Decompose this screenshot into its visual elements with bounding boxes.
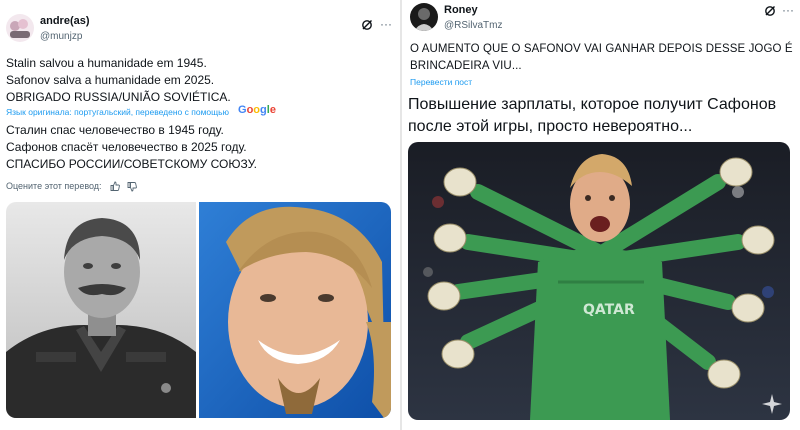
post-media[interactable] (6, 202, 391, 418)
translated-line: Сталин спас человечество в 1945 году. (6, 123, 224, 137)
stalin-photo (6, 202, 196, 418)
russian-line: Повышение зарплаты, которое получит Сафо… (408, 96, 777, 113)
author-name[interactable]: Roney (444, 4, 478, 16)
translated-line: Сафонов спасёт человечество в 2025 году. (6, 140, 247, 154)
left-post-card[interactable]: andre(as) @munjzp ··· Stalin salvou a hu… (0, 0, 400, 430)
post-text-line: Safonov salva a humanidade em 2025. (6, 73, 215, 87)
grok-icon[interactable] (361, 19, 373, 31)
post-text-line: OBRIGADO RUSSIA/UNIÃO SOVIÉTICA. (6, 90, 231, 104)
author-handle[interactable]: @munjzp (40, 31, 82, 42)
google-logo: Google (238, 104, 276, 116)
post-media[interactable]: QATAR (408, 142, 790, 420)
rate-translation-label: Оцените этот перевод: (6, 181, 102, 191)
russian-line: после этой игры, просто невероятно... (408, 118, 693, 135)
avatar[interactable] (6, 14, 34, 42)
more-icon[interactable]: ··· (782, 4, 794, 16)
right-post-card[interactable]: Roney @RSilvaTmz ··· O AUMENTO QUE O SAF… (402, 0, 800, 430)
thumbs-up-icon[interactable] (110, 181, 120, 191)
translated-line: СПАСИБО РОССИИ/СОВЕТСКОМУ СОЮЗУ. (6, 157, 257, 171)
post-text-line: BRINCADEIRA VIU... (410, 60, 522, 72)
svg-text:QATAR: QATAR (583, 302, 635, 318)
translate-post-link[interactable]: Перевести пост (410, 77, 472, 87)
post-text-line: O AUMENTO QUE O SAFONOV VAI GANHAR DEPOI… (410, 43, 793, 55)
more-icon[interactable]: ··· (380, 18, 392, 30)
author-handle[interactable]: @RSilvaTmz (444, 20, 503, 31)
safonov-photo (199, 202, 391, 418)
avatar[interactable] (410, 3, 438, 31)
post-text-line: Stalin salvou a humanidade em 1945. (6, 56, 207, 70)
grok-icon[interactable] (764, 5, 776, 17)
translation-note[interactable]: Язык оригинала: португальский, переведен… (6, 107, 229, 117)
thumbs-down-icon[interactable] (127, 182, 137, 192)
author-name[interactable]: andre(as) (40, 15, 90, 27)
